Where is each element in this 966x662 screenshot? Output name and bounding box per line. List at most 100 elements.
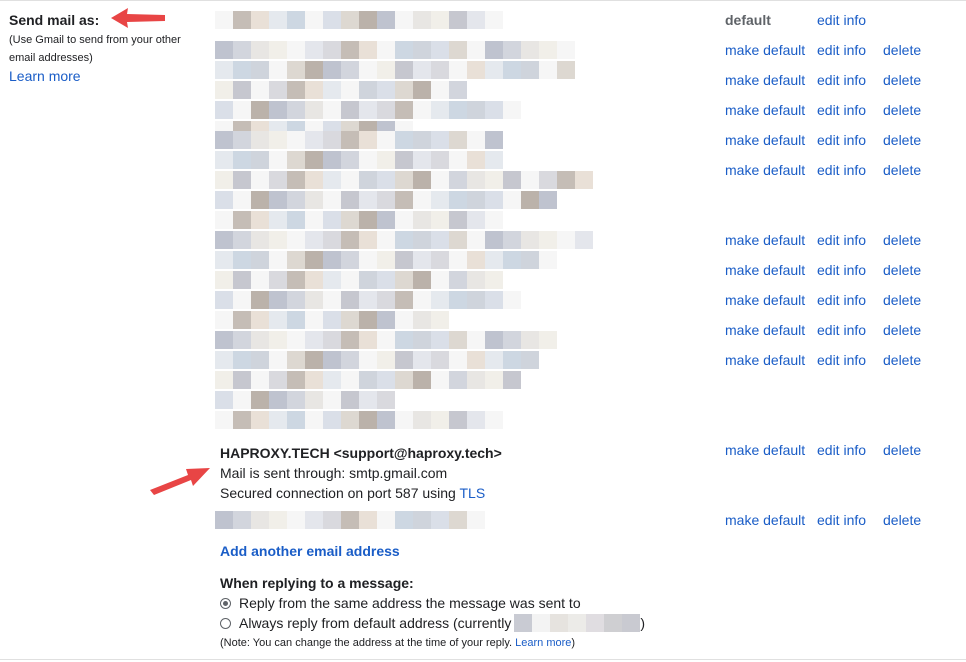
edit-info-link[interactable]: edit info — [817, 232, 868, 248]
note-line-2: email addresses) — [9, 52, 93, 64]
haproxy-security: Secured connection on port 587 using TLS — [220, 483, 502, 503]
edit-info-link[interactable]: edit info — [817, 42, 868, 58]
edit-info-link[interactable]: edit info — [817, 102, 868, 118]
make-default-link[interactable]: make default — [725, 232, 805, 248]
delete-link[interactable]: delete — [883, 352, 921, 368]
address-row-actions: make default edit info delete — [725, 442, 936, 458]
delete-link[interactable]: delete — [883, 42, 921, 58]
address-row-actions: make default edit info delete — [725, 512, 936, 528]
delete-link[interactable]: delete — [883, 232, 921, 248]
address-row-actions: make default edit info delete — [725, 322, 936, 338]
make-default-link[interactable]: make default — [725, 72, 805, 88]
address-row-actions: make default edit info delete — [725, 162, 936, 178]
reply-note-text: (Note: You can change the address at the… — [220, 637, 516, 649]
address-row-actions: make default edit info delete — [725, 102, 936, 118]
redacted-address-block — [215, 41, 575, 61]
redacted-address-block — [215, 351, 539, 371]
make-default-link[interactable]: make default — [725, 292, 805, 308]
reply-settings: When replying to a message: Reply from t… — [220, 573, 645, 653]
make-default-link[interactable]: make default — [725, 442, 805, 458]
haproxy-entry: HAPROXY.TECH <support@haproxy.tech> Mail… — [220, 443, 502, 503]
reply-note: (Note: You can change the address at the… — [220, 633, 645, 653]
edit-info-link[interactable]: edit info — [817, 442, 868, 458]
redacted-address-block — [215, 61, 575, 81]
learn-more-link[interactable]: Learn more — [9, 68, 209, 84]
security-text: Secured connection on port 587 using — [220, 485, 460, 501]
edit-info-link[interactable]: edit info — [817, 512, 868, 528]
redacted-address-block — [215, 171, 593, 191]
delete-link[interactable]: delete — [883, 102, 921, 118]
redacted-address — [514, 614, 641, 632]
redacted-address-block — [215, 81, 467, 101]
reply-option-same[interactable]: Reply from the same address the message … — [220, 593, 645, 613]
address-row-actions: make default edit info delete — [725, 42, 936, 58]
address-row-actions: make default edit info delete — [725, 262, 936, 278]
address-row-actions: make default edit info delete — [725, 232, 936, 248]
redacted-address-block — [215, 101, 521, 121]
add-another-email-link[interactable]: Add another email address — [220, 543, 400, 559]
make-default-link[interactable]: make default — [725, 42, 805, 58]
redacted-address-block — [215, 11, 503, 31]
redacted-address-block — [215, 291, 521, 311]
make-default-link[interactable]: make default — [725, 352, 805, 368]
redacted-address-block — [215, 371, 521, 391]
redacted-address-block — [215, 231, 593, 251]
reply-option-default-suffix: ) — [640, 615, 645, 631]
address-row-actions: default edit info — [725, 12, 883, 28]
edit-info-link[interactable]: edit info — [817, 72, 868, 88]
delete-link[interactable]: delete — [883, 442, 921, 458]
edit-info-link[interactable]: edit info — [817, 12, 868, 28]
radio-unselected-icon[interactable] — [220, 617, 231, 629]
redacted-address-block — [215, 391, 395, 411]
bottom-divider — [0, 659, 966, 660]
haproxy-name: HAPROXY.TECH <support@haproxy.tech> — [220, 445, 502, 461]
make-default-link[interactable]: make default — [725, 162, 805, 178]
delete-link[interactable]: delete — [883, 132, 921, 148]
redacted-address-block — [215, 411, 503, 431]
redacted-address-block — [215, 251, 557, 271]
redacted-address-block — [215, 211, 503, 231]
annotation-arrow-icon — [150, 468, 210, 495]
reply-note-suffix: ) — [571, 637, 576, 649]
edit-info-link[interactable]: edit info — [817, 322, 868, 338]
edit-info-link[interactable]: edit info — [817, 162, 868, 178]
redacted-address-block — [215, 331, 557, 351]
note-line-1: (Use Gmail to send from your other — [9, 34, 181, 46]
top-divider — [0, 0, 966, 1]
delete-link[interactable]: delete — [883, 512, 921, 528]
address-row-actions: make default edit info delete — [725, 72, 936, 88]
make-default-link[interactable]: make default — [725, 132, 805, 148]
reply-option-same-label: Reply from the same address the message … — [239, 595, 581, 611]
section-note: (Use Gmail to send from your other email… — [9, 30, 209, 68]
make-default-link[interactable]: make default — [725, 262, 805, 278]
address-row-actions: make default edit info delete — [725, 352, 936, 368]
edit-info-link[interactable]: edit info — [817, 132, 868, 148]
redacted-address-block — [215, 131, 503, 151]
address-row-actions: make default edit info delete — [725, 132, 936, 148]
reply-option-default[interactable]: Always reply from default address (curre… — [220, 613, 645, 633]
default-badge: default — [725, 12, 771, 28]
delete-link[interactable]: delete — [883, 162, 921, 178]
address-row-actions: make default edit info delete — [725, 292, 936, 308]
make-default-link[interactable]: make default — [725, 102, 805, 118]
delete-link[interactable]: delete — [883, 262, 921, 278]
tls-link[interactable]: TLS — [459, 485, 485, 501]
edit-info-link[interactable]: edit info — [817, 262, 868, 278]
reply-title: When replying to a message: — [220, 575, 414, 591]
delete-link[interactable]: delete — [883, 292, 921, 308]
redacted-address-block — [215, 511, 485, 531]
delete-link[interactable]: delete — [883, 72, 921, 88]
haproxy-smtp: Mail is sent through: smtp.gmail.com — [220, 465, 448, 481]
annotation-arrow-icon — [111, 8, 165, 28]
delete-link[interactable]: delete — [883, 322, 921, 338]
edit-info-link[interactable]: edit info — [817, 352, 868, 368]
redacted-address-block — [215, 311, 449, 331]
radio-selected-icon[interactable] — [220, 597, 231, 609]
reply-option-default-label: Always reply from default address (curre… — [239, 615, 512, 631]
redacted-address-block — [215, 271, 503, 291]
make-default-link[interactable]: make default — [725, 322, 805, 338]
reply-learn-more-link[interactable]: Learn more — [515, 637, 571, 649]
make-default-link[interactable]: make default — [725, 512, 805, 528]
redacted-address-block — [215, 191, 557, 211]
edit-info-link[interactable]: edit info — [817, 292, 868, 308]
